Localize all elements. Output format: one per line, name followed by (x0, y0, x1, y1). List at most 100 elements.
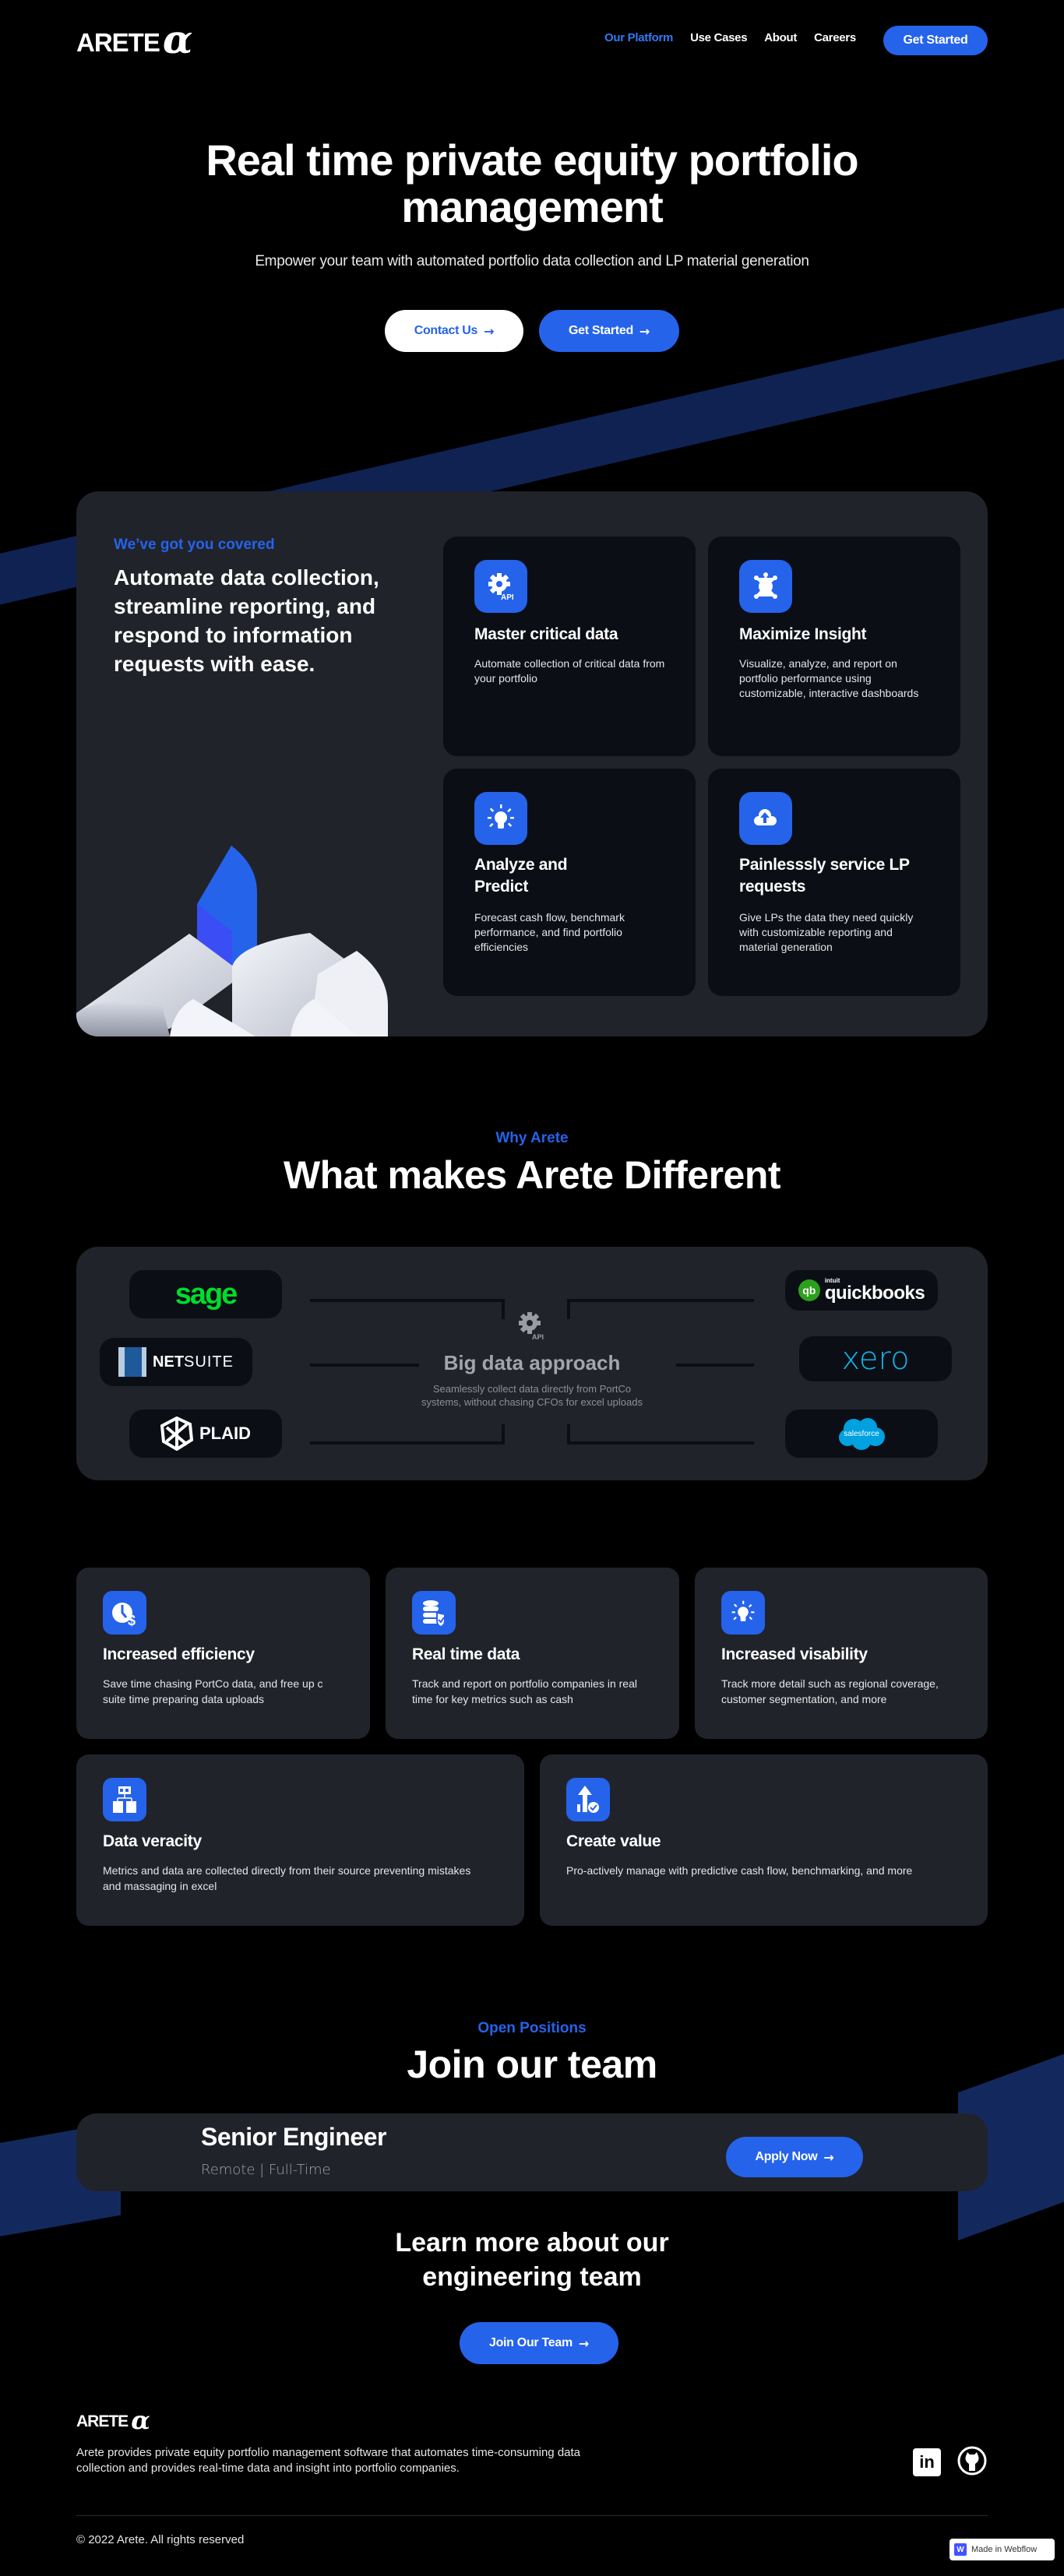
arrow-right-icon: → (484, 323, 495, 339)
benefit-title: Real time data (412, 1645, 520, 1663)
benefit-desc: Pro-actively manage with predictive cash… (566, 1864, 913, 1877)
benefit-card: Increased visability Track more detail s… (695, 1568, 988, 1739)
nav-link-use-cases[interactable]: Use Cases (690, 31, 747, 44)
benefit-card: Data veracity Metrics and data are colle… (76, 1754, 524, 1926)
lightbulb-icon (474, 792, 527, 845)
feature-card: Maximize Insight Visualize, analyze, and… (708, 537, 960, 756)
nav-link-about[interactable]: About (764, 31, 797, 44)
xero-wordmark: xero (841, 1341, 910, 1377)
svg-text:API: API (532, 1333, 544, 1341)
arrow-right-icon: → (823, 2149, 834, 2165)
careers-title: Join our team (407, 2043, 657, 2086)
nav-get-started-button[interactable]: Get Started (883, 26, 988, 55)
get-started-label: Get Started (568, 324, 633, 337)
contact-us-button[interactable]: Contact Us → (385, 310, 523, 352)
integrations-panel: sage NET SUITE PLAID qb intuit quickbook… (76, 1247, 988, 1480)
svg-text:$: $ (128, 1613, 136, 1628)
netsuite-n-icon (118, 1347, 147, 1377)
benefit-title: Increased efficiency (103, 1645, 255, 1663)
made-in-webflow-badge[interactable]: W Made in Webflow (949, 2539, 1055, 2560)
abstract-3d-illustration (76, 846, 388, 1036)
hero-subtitle: Empower your team with automated portfol… (255, 253, 809, 269)
feature-card: Painlesssly service LP requests Give LPs… (708, 769, 960, 996)
footer-description: Arete provides private equity portfolio … (76, 2446, 581, 2476)
integration-salesforce: salesforce (785, 1409, 938, 1458)
feature-card: Analyze and Predict Forecast cash flow, … (443, 769, 696, 996)
careers-eyebrow: Open Positions (477, 2020, 587, 2036)
api-gear-icon: API (474, 560, 527, 613)
clock-dollar-icon: $ (103, 1591, 146, 1635)
quickbooks-qb-icon: qb (798, 1279, 820, 1301)
feature-title: Analyze and Predict (474, 856, 568, 896)
covered-eyebrow: We’ve got you covered (114, 537, 275, 553)
benefit-card: $ Increased efficiency Save time chasing… (76, 1568, 370, 1739)
integration-xero: xero (799, 1336, 952, 1381)
benefit-desc: Save time chasing PortCo data, and free … (103, 1677, 323, 1705)
why-eyebrow: Why Arete (495, 1130, 569, 1146)
feature-title: Master critical data (474, 625, 618, 643)
covered-panel: We’ve got you covered Automate data coll… (76, 491, 988, 1036)
salesforce-wordmark: salesforce (844, 1429, 879, 1438)
benefit-desc: Track more detail such as regional cover… (721, 1677, 939, 1705)
arrow-right-icon: → (578, 2335, 590, 2351)
contact-us-label: Contact Us (414, 324, 478, 337)
quickbooks-wordmark: quickbooks (824, 1283, 925, 1304)
connector-line (310, 1299, 505, 1319)
why-title: What makes Arete Different (283, 1153, 781, 1197)
plaid-pattern-icon (160, 1416, 193, 1451)
connector-line (567, 1424, 754, 1445)
github-icon[interactable] (957, 2445, 988, 2476)
network-insight-icon (739, 560, 792, 613)
hierarchy-icon (103, 1778, 146, 1821)
brand-logo[interactable]: ARETE α (76, 16, 193, 62)
database-shield-icon (412, 1591, 456, 1635)
netsuite-light: SUITE (184, 1353, 234, 1371)
alpha-logo-icon: α (162, 16, 193, 62)
nav-link-our-platform[interactable]: Our Platform (604, 31, 673, 44)
feature-title: Maximize Insight (739, 625, 867, 643)
brand-wordmark: ARETE (76, 2412, 129, 2430)
netsuite-bold: NET (153, 1353, 185, 1371)
svg-text:API: API (501, 593, 514, 602)
alpha-logo-icon: α (131, 2405, 150, 2435)
join-our-team-button[interactable]: Join Our Team → (460, 2322, 618, 2364)
copyright: © 2022 Arete. All rights reserved (76, 2533, 245, 2546)
nav-link-careers[interactable]: Careers (814, 31, 856, 44)
connector-line (567, 1299, 754, 1319)
hero-title: Real time private equity portfolio manag… (206, 135, 858, 232)
lightbulb-icon (721, 1591, 765, 1635)
learn-more-heading: Learn more about our engineering team (395, 2228, 669, 2292)
footer-brand-logo[interactable]: ARETE α (76, 2405, 150, 2435)
api-gear-icon: API (516, 1311, 548, 1342)
big-data-desc: Seamlessly collect data directly from Po… (421, 1383, 643, 1408)
integration-sage: sage (129, 1270, 282, 1318)
job-listing-card: Senior Engineer Remote | Full-Time Apply… (76, 2113, 988, 2191)
benefit-title: Data veracity (103, 1832, 202, 1850)
benefit-card: Real time data Track and report on portf… (386, 1568, 679, 1739)
feature-card: API Master critical data Automate collec… (443, 537, 696, 756)
brand-wordmark: ARETE (76, 28, 160, 57)
growth-check-icon (566, 1778, 610, 1821)
plaid-wordmark: PLAID (199, 1423, 251, 1443)
footer-divider (76, 2515, 988, 2516)
feature-desc: Give LPs the data they need quickly with… (739, 911, 914, 953)
nav-links: Our Platform Use Cases About Careers (604, 31, 856, 44)
benefit-card: Create value Pro-actively manage with pr… (540, 1754, 988, 1926)
apply-now-button[interactable]: Apply Now → (726, 2137, 863, 2177)
integration-netsuite: NET SUITE (100, 1338, 252, 1386)
feature-desc: Automate collection of critical data fro… (474, 657, 665, 684)
join-our-team-label: Join Our Team (488, 2336, 573, 2349)
feature-desc: Visualize, analyze, and report on portfo… (739, 657, 919, 699)
feature-desc: Forecast cash flow, benchmark performanc… (474, 911, 625, 953)
cloud-upload-icon (739, 792, 792, 845)
job-meta: Remote | Full-Time (201, 2162, 331, 2178)
benefit-desc: Track and report on portfolio companies … (412, 1677, 637, 1705)
hero-get-started-button[interactable]: Get Started → (539, 310, 679, 352)
linkedin-icon[interactable]: in (913, 2448, 941, 2476)
sage-logo: sage (174, 1277, 238, 1311)
benefit-desc: Metrics and data are collected directly … (103, 1864, 471, 1892)
salesforce-cloud-icon: salesforce (837, 1416, 886, 1451)
connector-line (310, 1424, 505, 1445)
job-title: Senior Engineer (201, 2123, 386, 2151)
apply-now-label: Apply Now (755, 2150, 818, 2163)
